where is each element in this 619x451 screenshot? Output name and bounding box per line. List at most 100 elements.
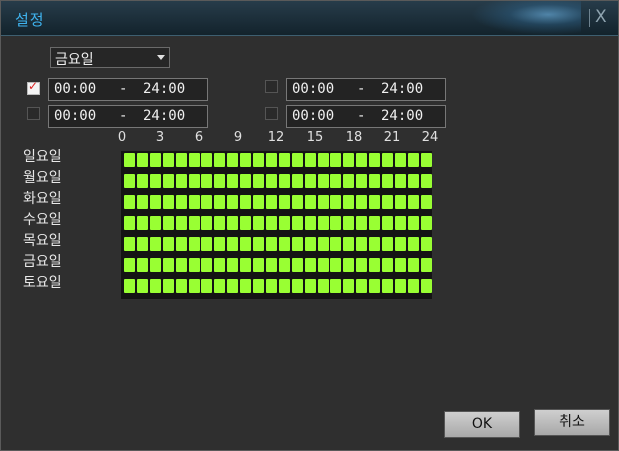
schedule-cell[interactable] [317, 279, 329, 293]
schedule-cell[interactable] [214, 174, 226, 188]
schedule-cell[interactable] [162, 153, 174, 167]
schedule-cell[interactable] [356, 153, 368, 167]
chevron-down-icon[interactable] [157, 55, 165, 60]
schedule-cell[interactable] [317, 258, 329, 272]
period-2-end[interactable]: 24:00 [381, 81, 423, 97]
schedule-cell[interactable] [265, 279, 277, 293]
schedule-cell[interactable] [265, 258, 277, 272]
schedule-cell[interactable] [304, 216, 316, 230]
schedule-cell[interactable] [356, 216, 368, 230]
schedule-cell[interactable] [291, 216, 303, 230]
schedule-cell[interactable] [124, 279, 135, 293]
schedule-cell[interactable] [227, 153, 239, 167]
schedule-cell[interactable] [227, 279, 239, 293]
schedule-cell[interactable] [407, 258, 419, 272]
schedule-cell[interactable] [136, 153, 148, 167]
period-1-end[interactable]: 24:00 [143, 81, 185, 97]
schedule-cell[interactable] [136, 195, 148, 209]
schedule-cell[interactable] [201, 279, 213, 293]
period-4-end[interactable]: 24:00 [381, 108, 423, 124]
schedule-cell[interactable] [369, 237, 381, 251]
schedule-cell[interactable] [278, 216, 290, 230]
schedule-cell[interactable] [124, 258, 135, 272]
schedule-cell[interactable] [356, 279, 368, 293]
schedule-cell[interactable] [382, 279, 393, 293]
schedule-cell[interactable] [253, 216, 264, 230]
schedule-cell[interactable] [227, 195, 239, 209]
schedule-cell[interactable] [394, 237, 406, 251]
schedule-cell[interactable] [407, 279, 419, 293]
schedule-cell[interactable] [317, 237, 329, 251]
schedule-cell[interactable] [162, 279, 174, 293]
schedule-cell[interactable] [201, 258, 213, 272]
schedule-cell[interactable] [291, 153, 303, 167]
schedule-cell[interactable] [136, 279, 148, 293]
schedule-cell[interactable] [149, 216, 161, 230]
schedule-cell[interactable] [240, 237, 252, 251]
schedule-cell[interactable] [124, 195, 135, 209]
schedule-cell[interactable] [343, 153, 355, 167]
schedule-cell[interactable] [317, 174, 329, 188]
schedule-cell[interactable] [343, 174, 355, 188]
schedule-cell[interactable] [330, 258, 342, 272]
period-1-checkbox[interactable]: ✓ [27, 79, 40, 95]
schedule-cell[interactable] [149, 174, 161, 188]
schedule-cell[interactable] [162, 258, 174, 272]
schedule-cell[interactable] [149, 258, 161, 272]
schedule-cell[interactable] [175, 153, 187, 167]
schedule-cell[interactable] [188, 279, 200, 293]
schedule-cell[interactable] [240, 174, 252, 188]
period-4-time-range[interactable]: 00:00 - 24:00 [286, 105, 446, 128]
schedule-cell[interactable] [420, 237, 432, 251]
schedule-cell[interactable] [149, 153, 161, 167]
schedule-cell[interactable] [149, 279, 161, 293]
schedule-cell[interactable] [407, 195, 419, 209]
schedule-cell[interactable] [227, 216, 239, 230]
schedule-cell[interactable] [201, 216, 213, 230]
schedule-cell[interactable] [124, 237, 135, 251]
schedule-cell[interactable] [278, 237, 290, 251]
schedule-cell[interactable] [227, 174, 239, 188]
schedule-cell[interactable] [136, 258, 148, 272]
schedule-cell[interactable] [356, 174, 368, 188]
schedule-cell[interactable] [214, 258, 226, 272]
schedule-cell[interactable] [175, 216, 187, 230]
schedule-cell[interactable] [162, 237, 174, 251]
schedule-cell[interactable] [253, 174, 264, 188]
schedule-cell[interactable] [304, 237, 316, 251]
schedule-cell[interactable] [253, 195, 264, 209]
schedule-cell[interactable] [420, 258, 432, 272]
schedule-grid[interactable] [121, 151, 432, 299]
schedule-cell[interactable] [124, 153, 135, 167]
schedule-cell[interactable] [175, 195, 187, 209]
period-1-start[interactable]: 00:00 [54, 81, 96, 97]
schedule-cell[interactable] [382, 195, 393, 209]
period-3-time-range[interactable]: 00:00 - 24:00 [48, 105, 208, 128]
schedule-cell[interactable] [394, 258, 406, 272]
schedule-cell[interactable] [240, 258, 252, 272]
schedule-cell[interactable] [188, 216, 200, 230]
schedule-cell[interactable] [278, 258, 290, 272]
schedule-cell[interactable] [149, 237, 161, 251]
schedule-cell[interactable] [162, 174, 174, 188]
schedule-cell[interactable] [265, 153, 277, 167]
schedule-cell[interactable] [369, 216, 381, 230]
schedule-cell[interactable] [188, 237, 200, 251]
cancel-button[interactable]: 취소 [534, 409, 610, 436]
schedule-cell[interactable] [407, 174, 419, 188]
schedule-cell[interactable] [420, 216, 432, 230]
schedule-cell[interactable] [136, 237, 148, 251]
schedule-cell[interactable] [317, 216, 329, 230]
schedule-cell[interactable] [420, 279, 432, 293]
schedule-cell[interactable] [420, 174, 432, 188]
schedule-cell[interactable] [330, 279, 342, 293]
period-2-time-range[interactable]: 00:00 - 24:00 [286, 78, 446, 101]
schedule-cell[interactable] [394, 216, 406, 230]
schedule-cell[interactable] [240, 153, 252, 167]
schedule-cell[interactable] [304, 258, 316, 272]
schedule-cell[interactable] [124, 174, 135, 188]
schedule-cell[interactable] [253, 237, 264, 251]
period-4-checkbox[interactable] [265, 107, 278, 120]
schedule-cell[interactable] [407, 237, 419, 251]
schedule-cell[interactable] [330, 237, 342, 251]
